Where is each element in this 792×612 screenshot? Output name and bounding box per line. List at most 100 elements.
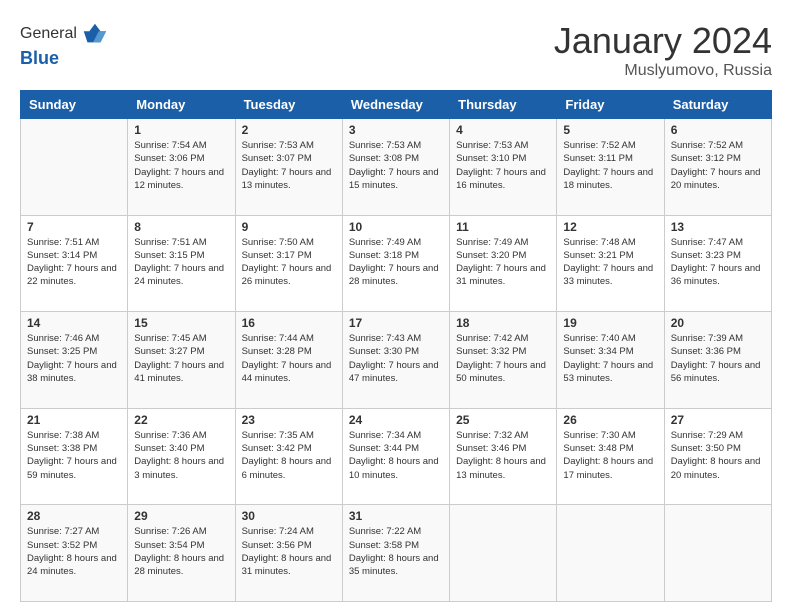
day-info: Sunrise: 7:26 AMSunset: 3:54 PMDaylight:… xyxy=(134,525,228,578)
day-info: Sunrise: 7:50 AMSunset: 3:17 PMDaylight:… xyxy=(242,236,336,289)
page: General Blue January 2024 Muslyumovo, Ru… xyxy=(0,0,792,612)
calendar-cell: 2 Sunrise: 7:53 AMSunset: 3:07 PMDaylight… xyxy=(235,119,342,216)
day-number: 21 xyxy=(27,413,121,427)
title-block: January 2024 Muslyumovo, Russia xyxy=(554,20,772,80)
day-info: Sunrise: 7:49 AMSunset: 3:18 PMDaylight:… xyxy=(349,236,443,289)
day-info: Sunrise: 7:29 AMSunset: 3:50 PMDaylight:… xyxy=(671,429,765,482)
day-info: Sunrise: 7:49 AMSunset: 3:20 PMDaylight:… xyxy=(456,236,550,289)
day-number: 4 xyxy=(456,123,550,137)
day-info: Sunrise: 7:22 AMSunset: 3:58 PMDaylight:… xyxy=(349,525,443,578)
weekday-monday: Monday xyxy=(128,91,235,119)
calendar-cell: 13 Sunrise: 7:47 AMSunset: 3:23 PMDayligh… xyxy=(664,215,771,312)
calendar-cell: 26Sunrise: 7:30 AMSunset: 3:48 PMDayligh… xyxy=(557,408,664,505)
day-number: 24 xyxy=(349,413,443,427)
day-info: Sunrise: 7:40 AMSunset: 3:34 PMDaylight:… xyxy=(563,332,657,385)
day-info: Sunrise: 7:51 AMSunset: 3:15 PMDaylight:… xyxy=(134,236,228,289)
calendar-cell: 19 Sunrise: 7:40 AMSunset: 3:34 PMDayligh… xyxy=(557,312,664,409)
day-info: Sunrise: 7:35 AMSunset: 3:42 PMDaylight:… xyxy=(242,429,336,482)
calendar-cell: 23 Sunrise: 7:35 AMSunset: 3:42 PMDayligh… xyxy=(235,408,342,505)
weekday-friday: Friday xyxy=(557,91,664,119)
calendar-cell: 29 Sunrise: 7:26 AMSunset: 3:54 PMDayligh… xyxy=(128,505,235,602)
day-number: 10 xyxy=(349,220,443,234)
calendar-cell: 10 Sunrise: 7:49 AMSunset: 3:18 PMDayligh… xyxy=(342,215,449,312)
calendar-cell: 27 Sunrise: 7:29 AMSunset: 3:50 PMDayligh… xyxy=(664,408,771,505)
day-number: 22 xyxy=(134,413,228,427)
logo: General Blue xyxy=(20,20,108,69)
calendar-cell: 7Sunrise: 7:51 AMSunset: 3:14 PMDaylight… xyxy=(21,215,128,312)
day-info: Sunrise: 7:44 AMSunset: 3:28 PMDaylight:… xyxy=(242,332,336,385)
day-info: Sunrise: 7:51 AMSunset: 3:14 PMDaylight:… xyxy=(27,236,121,289)
day-info: Sunrise: 7:45 AMSunset: 3:27 PMDaylight:… xyxy=(134,332,228,385)
calendar-cell: 15 Sunrise: 7:45 AMSunset: 3:27 PMDayligh… xyxy=(128,312,235,409)
calendar-cell: 17Sunrise: 7:43 AMSunset: 3:30 PMDayligh… xyxy=(342,312,449,409)
day-number: 3 xyxy=(349,123,443,137)
day-number: 28 xyxy=(27,509,121,523)
day-number: 19 xyxy=(563,316,657,330)
day-info: Sunrise: 7:38 AMSunset: 3:38 PMDaylight:… xyxy=(27,429,121,482)
day-info: Sunrise: 7:47 AMSunset: 3:23 PMDaylight:… xyxy=(671,236,765,289)
calendar-cell: 20Sunrise: 7:39 AMSunset: 3:36 PMDayligh… xyxy=(664,312,771,409)
week-row-5: 28 Sunrise: 7:27 AMSunset: 3:52 PMDayligh… xyxy=(21,505,772,602)
day-info: Sunrise: 7:24 AMSunset: 3:56 PMDaylight:… xyxy=(242,525,336,578)
day-info: Sunrise: 7:53 AMSunset: 3:07 PMDaylight:… xyxy=(242,139,336,192)
calendar-cell: 14Sunrise: 7:46 AMSunset: 3:25 PMDayligh… xyxy=(21,312,128,409)
day-info: Sunrise: 7:52 AMSunset: 3:11 PMDaylight:… xyxy=(563,139,657,192)
day-number: 2 xyxy=(242,123,336,137)
day-info: Sunrise: 7:52 AMSunset: 3:12 PMDaylight:… xyxy=(671,139,765,192)
weekday-saturday: Saturday xyxy=(664,91,771,119)
day-info: Sunrise: 7:39 AMSunset: 3:36 PMDaylight:… xyxy=(671,332,765,385)
day-number: 13 xyxy=(671,220,765,234)
day-number: 5 xyxy=(563,123,657,137)
logo-blue-text: Blue xyxy=(20,48,108,69)
day-number: 30 xyxy=(242,509,336,523)
calendar-subtitle: Muslyumovo, Russia xyxy=(554,62,772,80)
day-info: Sunrise: 7:53 AMSunset: 3:10 PMDaylight:… xyxy=(456,139,550,192)
day-number: 25 xyxy=(456,413,550,427)
day-number: 27 xyxy=(671,413,765,427)
day-number: 14 xyxy=(27,316,121,330)
calendar-cell: 28 Sunrise: 7:27 AMSunset: 3:52 PMDayligh… xyxy=(21,505,128,602)
calendar-cell: 5 Sunrise: 7:52 AMSunset: 3:11 PMDaylight… xyxy=(557,119,664,216)
day-number: 1 xyxy=(134,123,228,137)
calendar-cell: 3Sunrise: 7:53 AMSunset: 3:08 PMDaylight… xyxy=(342,119,449,216)
weekday-wednesday: Wednesday xyxy=(342,91,449,119)
weekday-sunday: Sunday xyxy=(21,91,128,119)
day-number: 6 xyxy=(671,123,765,137)
logo-icon xyxy=(80,20,108,48)
day-number: 12 xyxy=(563,220,657,234)
day-info: Sunrise: 7:54 AMSunset: 3:06 PMDaylight:… xyxy=(134,139,228,192)
calendar-cell: 31Sunrise: 7:22 AMSunset: 3:58 PMDayligh… xyxy=(342,505,449,602)
header: General Blue January 2024 Muslyumovo, Ru… xyxy=(20,20,772,80)
day-number: 23 xyxy=(242,413,336,427)
calendar-cell xyxy=(450,505,557,602)
day-number: 26 xyxy=(563,413,657,427)
week-row-1: 1 Sunrise: 7:54 AMSunset: 3:06 PMDaylight… xyxy=(21,119,772,216)
logo-general-text: General xyxy=(20,25,77,43)
weekday-tuesday: Tuesday xyxy=(235,91,342,119)
calendar-cell: 4 Sunrise: 7:53 AMSunset: 3:10 PMDaylight… xyxy=(450,119,557,216)
day-number: 29 xyxy=(134,509,228,523)
day-info: Sunrise: 7:36 AMSunset: 3:40 PMDaylight:… xyxy=(134,429,228,482)
calendar-cell: 16 Sunrise: 7:44 AMSunset: 3:28 PMDayligh… xyxy=(235,312,342,409)
calendar-title: January 2024 xyxy=(554,20,772,62)
day-number: 8 xyxy=(134,220,228,234)
calendar-cell xyxy=(664,505,771,602)
day-info: Sunrise: 7:34 AMSunset: 3:44 PMDaylight:… xyxy=(349,429,443,482)
weekday-thursday: Thursday xyxy=(450,91,557,119)
calendar-cell: 21 Sunrise: 7:38 AMSunset: 3:38 PMDayligh… xyxy=(21,408,128,505)
calendar-cell: 1 Sunrise: 7:54 AMSunset: 3:06 PMDaylight… xyxy=(128,119,235,216)
day-number: 15 xyxy=(134,316,228,330)
day-number: 11 xyxy=(456,220,550,234)
day-info: Sunrise: 7:42 AMSunset: 3:32 PMDaylight:… xyxy=(456,332,550,385)
day-info: Sunrise: 7:43 AMSunset: 3:30 PMDaylight:… xyxy=(349,332,443,385)
week-row-2: 7Sunrise: 7:51 AMSunset: 3:14 PMDaylight… xyxy=(21,215,772,312)
day-number: 16 xyxy=(242,316,336,330)
weekday-header-row: SundayMondayTuesdayWednesdayThursdayFrid… xyxy=(21,91,772,119)
calendar-cell: 24 Sunrise: 7:34 AMSunset: 3:44 PMDayligh… xyxy=(342,408,449,505)
day-info: Sunrise: 7:27 AMSunset: 3:52 PMDaylight:… xyxy=(27,525,121,578)
week-row-4: 21 Sunrise: 7:38 AMSunset: 3:38 PMDayligh… xyxy=(21,408,772,505)
day-number: 18 xyxy=(456,316,550,330)
calendar-cell: 6 Sunrise: 7:52 AMSunset: 3:12 PMDaylight… xyxy=(664,119,771,216)
calendar-cell: 9Sunrise: 7:50 AMSunset: 3:17 PMDaylight… xyxy=(235,215,342,312)
calendar-cell xyxy=(557,505,664,602)
